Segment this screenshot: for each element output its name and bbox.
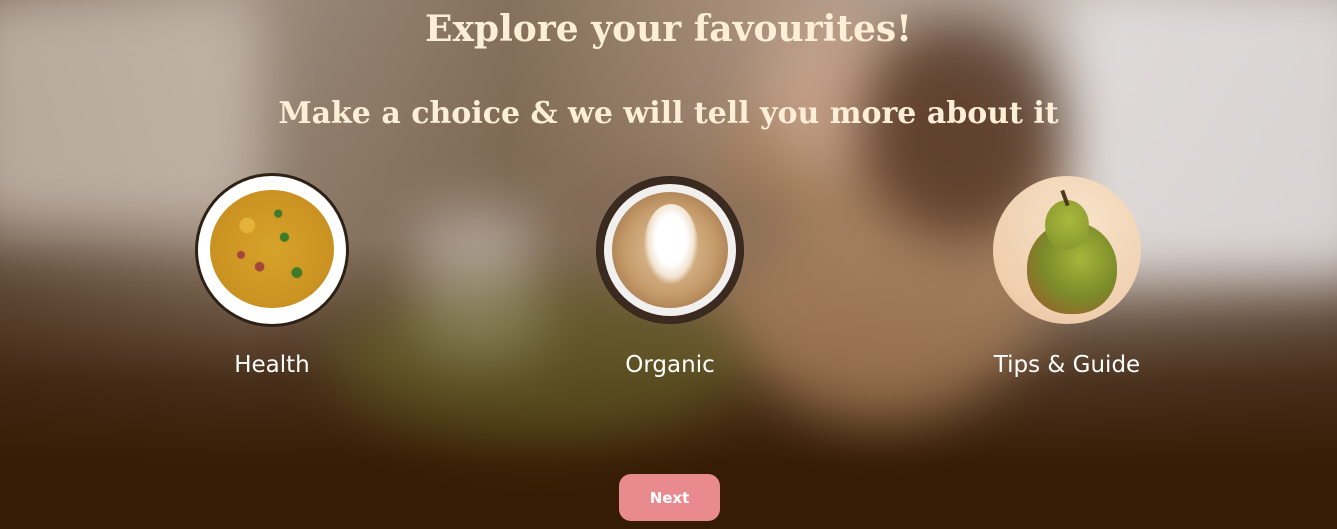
page-title: Explore your favourites! <box>425 8 912 50</box>
rice-plate-icon <box>210 190 334 308</box>
latte-art <box>644 204 698 284</box>
category-health[interactable]: Health <box>172 176 372 378</box>
category-label: Organic <box>625 352 715 378</box>
category-tips-guide[interactable]: Tips & Guide <box>967 176 1167 378</box>
page-subtitle: Make a choice & we will tell you more ab… <box>278 96 1059 131</box>
category-label: Tips & Guide <box>993 352 1141 378</box>
category-organic[interactable]: Organic <box>570 176 770 378</box>
next-button[interactable]: Next <box>619 474 720 521</box>
organic-image <box>596 176 744 324</box>
category-label: Health <box>234 352 310 378</box>
tips-image <box>993 176 1141 324</box>
health-image <box>198 176 346 324</box>
pear-top <box>1045 200 1089 250</box>
